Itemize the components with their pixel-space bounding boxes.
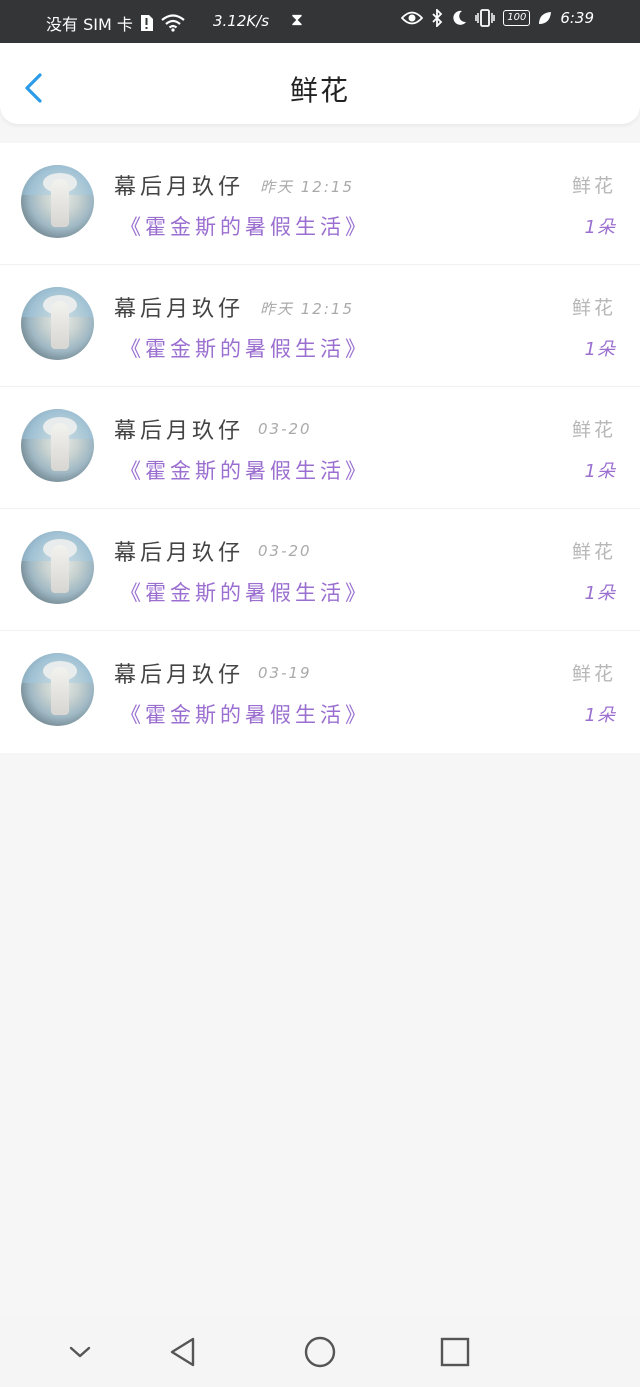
system-nav-bar [0, 1317, 640, 1387]
status-left: 没有 SIM 卡 [46, 11, 186, 35]
gift-type: 鲜花 [571, 297, 616, 319]
app-header: 鲜花 [0, 43, 640, 124]
item-time: 昨天 12:15 [260, 178, 354, 196]
book-title[interactable]: 《霍金斯的暑假生活》 [120, 333, 370, 363]
vibrate-icon [475, 9, 495, 27]
battery-indicator: 100 [503, 10, 531, 26]
nav-recents-icon[interactable] [438, 1335, 472, 1369]
book-title[interactable]: 《霍金斯的暑假生活》 [120, 699, 370, 729]
nav-back-icon[interactable] [166, 1335, 200, 1369]
item-time: 昨天 12:15 [260, 300, 354, 318]
flower-gift-list: 幕后月玖仔 昨天 12:15 《霍金斯的暑假生活》 鲜花 1朵 幕后月玖仔 昨天… [0, 143, 640, 753]
user-name: 幕后月玖仔 [114, 297, 245, 322]
gift-count: 1朵 [584, 339, 616, 360]
leaf-icon [539, 12, 552, 24]
item-time: 03-19 [258, 664, 312, 682]
gift-count: 1朵 [584, 583, 616, 604]
wifi-icon [161, 14, 185, 32]
carrier-text: 没有 SIM 卡 [46, 15, 133, 34]
gift-type: 鲜花 [571, 175, 616, 197]
eye-icon [401, 11, 424, 25]
avatar[interactable] [21, 409, 94, 482]
list-item[interactable]: 幕后月玖仔 昨天 12:15 《霍金斯的暑假生活》 鲜花 1朵 [0, 265, 640, 387]
book-title[interactable]: 《霍金斯的暑假生活》 [120, 211, 370, 241]
avatar[interactable] [21, 165, 94, 238]
list-item[interactable]: 幕后月玖仔 昨天 12:15 《霍金斯的暑假生活》 鲜花 1朵 [0, 143, 640, 265]
page-title: 鲜花 [289, 74, 350, 107]
clock: 6:39 [560, 9, 594, 27]
gift-count: 1朵 [584, 461, 616, 482]
list-item[interactable]: 幕后月玖仔 03-20 《霍金斯的暑假生活》 鲜花 1朵 [0, 509, 640, 631]
hourglass-icon: ⧗ [291, 10, 303, 30]
list-item[interactable]: 幕后月玖仔 03-19 《霍金斯的暑假生活》 鲜花 1朵 [0, 631, 640, 753]
gift-type: 鲜花 [571, 541, 616, 563]
sim-alert-icon [140, 15, 153, 31]
book-title[interactable]: 《霍金斯的暑假生活》 [120, 577, 370, 607]
user-name: 幕后月玖仔 [114, 175, 245, 200]
user-name: 幕后月玖仔 [114, 419, 245, 444]
moon-icon [453, 10, 467, 25]
gift-count: 1朵 [584, 705, 616, 726]
item-time: 03-20 [258, 542, 312, 560]
gift-type: 鲜花 [571, 663, 616, 685]
status-right: 100 6:39 [401, 9, 594, 27]
user-name: 幕后月玖仔 [114, 663, 245, 688]
bluetooth-icon [432, 9, 443, 27]
list-item[interactable]: 幕后月玖仔 03-20 《霍金斯的暑假生活》 鲜花 1朵 [0, 387, 640, 509]
avatar[interactable] [21, 287, 94, 360]
book-title[interactable]: 《霍金斯的暑假生活》 [120, 455, 370, 485]
nav-home-icon[interactable] [303, 1335, 337, 1369]
item-time: 03-20 [258, 420, 312, 438]
network-speed: 3.12K/s [213, 12, 270, 30]
gift-type: 鲜花 [571, 419, 616, 441]
gift-count: 1朵 [584, 217, 616, 238]
avatar[interactable] [21, 653, 94, 726]
status-bar: 没有 SIM 卡 3.12K/s ⧗ 100 6:39 [0, 0, 640, 43]
nav-collapse-icon[interactable] [63, 1335, 97, 1369]
avatar[interactable] [21, 531, 94, 604]
user-name: 幕后月玖仔 [114, 541, 245, 566]
